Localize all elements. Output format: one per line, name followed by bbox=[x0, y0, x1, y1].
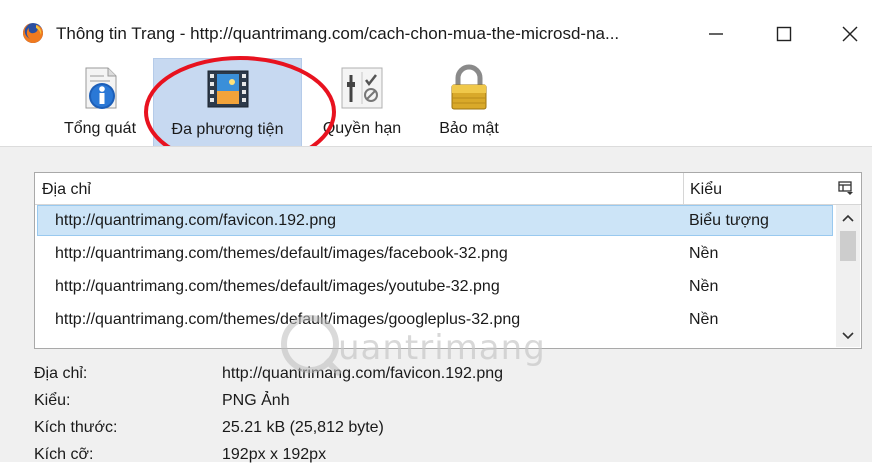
detail-label: Kích cỡ: bbox=[34, 446, 94, 463]
detail-value: PNG Ảnh bbox=[222, 392, 290, 409]
scroll-down-button[interactable] bbox=[836, 325, 860, 347]
tab-security[interactable]: Bảo mật bbox=[424, 58, 514, 146]
lock-icon bbox=[451, 64, 487, 110]
tab-permissions-label: Quyền hạn bbox=[322, 120, 402, 137]
list-rows: http://quantrimang.com/favicon.192.png B… bbox=[35, 205, 835, 347]
tab-security-label: Bảo mật bbox=[439, 120, 499, 137]
close-icon bbox=[842, 26, 858, 42]
tab-permissions[interactable]: Quyền hạn bbox=[310, 58, 414, 146]
scroll-up-button[interactable] bbox=[836, 207, 860, 229]
tab-general[interactable]: Tổng quát bbox=[50, 58, 150, 146]
info-icon bbox=[85, 67, 117, 109]
minimize-button[interactable] bbox=[696, 14, 736, 54]
chevron-up-icon bbox=[842, 214, 854, 222]
media-list: Địa chỉ Kiểu http://quantrimang.com/favi… bbox=[34, 172, 862, 349]
minimize-icon bbox=[709, 33, 723, 35]
maximize-button[interactable] bbox=[764, 14, 804, 54]
row-address: http://quantrimang.com/themes/default/im… bbox=[55, 311, 521, 328]
detail-value: 192px x 192px bbox=[222, 446, 327, 463]
firefox-icon bbox=[23, 23, 43, 43]
row-address: http://quantrimang.com/favicon.192.png bbox=[55, 212, 337, 229]
detail-address: Địa chỉ: http://quantrimang.com/favicon.… bbox=[34, 365, 854, 392]
row-type: Nền bbox=[689, 311, 719, 328]
row-address: http://quantrimang.com/themes/default/im… bbox=[55, 245, 508, 262]
column-picker-icon[interactable] bbox=[837, 179, 855, 197]
detail-label: Địa chỉ: bbox=[34, 365, 88, 382]
tab-media[interactable]: Đa phương tiện bbox=[153, 58, 302, 148]
column-header-type[interactable]: Kiểu bbox=[690, 181, 722, 199]
table-row[interactable]: http://quantrimang.com/themes/default/im… bbox=[37, 238, 833, 269]
window-title: Thông tin Trang - http://quantrimang.com… bbox=[56, 24, 620, 43]
tab-general-label: Tổng quát bbox=[63, 120, 137, 137]
detail-type: Kiểu: PNG Ảnh bbox=[34, 392, 854, 419]
list-header: Địa chỉ Kiểu bbox=[35, 173, 861, 205]
column-divider[interactable] bbox=[683, 173, 684, 204]
row-type: Biểu tượng bbox=[689, 212, 769, 229]
chevron-down-icon bbox=[842, 332, 854, 340]
row-type: Nền bbox=[689, 245, 719, 262]
permissions-icon bbox=[341, 67, 383, 109]
column-header-address[interactable]: Địa chỉ bbox=[42, 181, 91, 199]
list-scrollbar[interactable] bbox=[836, 205, 860, 347]
table-row[interactable]: http://quantrimang.com/favicon.192.png B… bbox=[37, 205, 833, 236]
detail-value: 25.21 kB (25,812 byte) bbox=[222, 419, 384, 436]
detail-dimensions: Kích cỡ: 192px x 192px bbox=[34, 446, 854, 473]
detail-size: Kích thước: 25.21 kB (25,812 byte) bbox=[34, 419, 854, 446]
maximize-icon bbox=[776, 26, 792, 42]
detail-label: Kiểu: bbox=[34, 392, 71, 409]
tab-media-label: Đa phương tiện bbox=[171, 121, 284, 138]
scroll-thumb[interactable] bbox=[840, 231, 856, 261]
row-type: Nền bbox=[689, 278, 719, 295]
row-address: http://quantrimang.com/themes/default/im… bbox=[55, 278, 500, 295]
media-details: Địa chỉ: http://quantrimang.com/favicon.… bbox=[34, 365, 854, 473]
table-row[interactable]: http://quantrimang.com/themes/default/im… bbox=[37, 304, 833, 335]
media-icon bbox=[207, 70, 248, 108]
table-row[interactable]: http://quantrimang.com/themes/default/im… bbox=[37, 271, 833, 302]
close-button[interactable] bbox=[830, 14, 870, 54]
toolbar: Tổng quát Đa phương tiện Quyền hạn Bảo m… bbox=[0, 56, 872, 148]
detail-label: Kích thước: bbox=[34, 419, 118, 436]
title-bar: Thông tin Trang - http://quantrimang.com… bbox=[0, 0, 872, 56]
media-panel: Địa chỉ Kiểu http://quantrimang.com/favi… bbox=[0, 146, 872, 463]
detail-value: http://quantrimang.com/favicon.192.png bbox=[222, 365, 504, 382]
